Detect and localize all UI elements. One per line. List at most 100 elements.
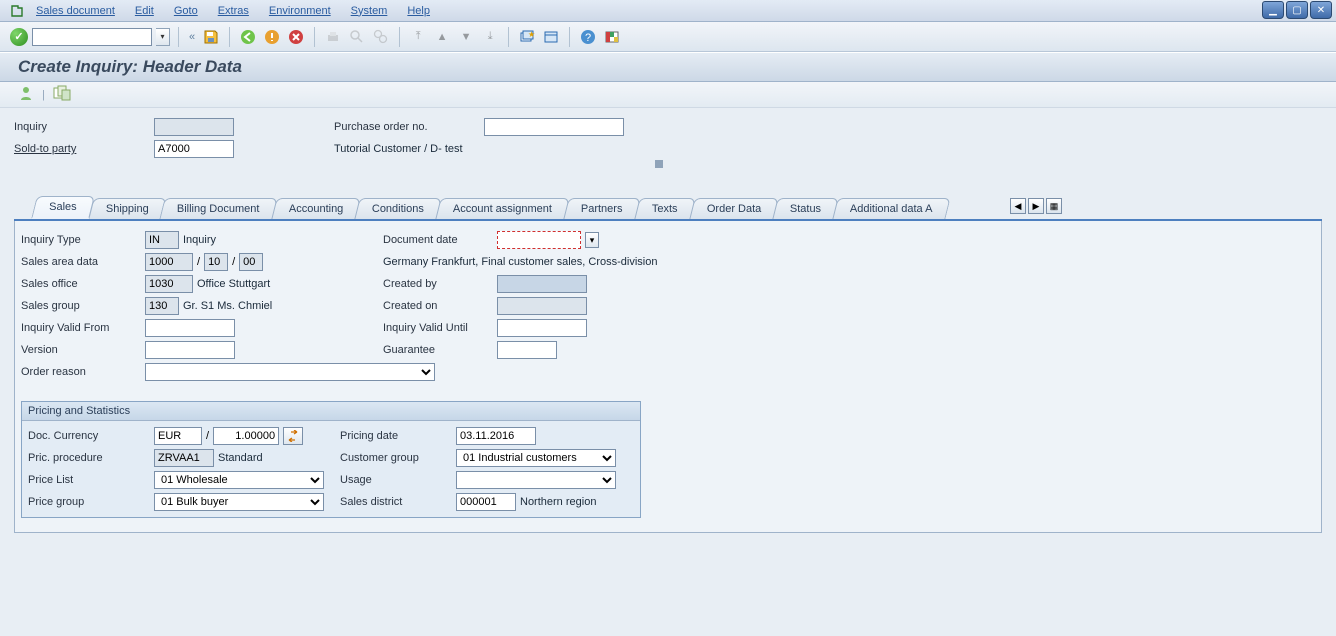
command-field[interactable] bbox=[32, 28, 152, 46]
valid-from-label: Inquiry Valid From bbox=[21, 322, 141, 334]
tab-sales[interactable]: Sales bbox=[31, 196, 94, 219]
app-toolbar: | bbox=[0, 82, 1336, 108]
menu-environment[interactable]: Environment bbox=[269, 5, 331, 17]
inquiry-type-label: Inquiry Type bbox=[21, 234, 141, 246]
inquiry-field[interactable] bbox=[154, 118, 234, 136]
sales-group-desc: Gr. S1 Ms. Chmiel bbox=[183, 300, 272, 312]
window-minimize-button[interactable]: ▁ bbox=[1262, 1, 1284, 19]
app-menu-icon[interactable] bbox=[8, 3, 26, 19]
menu-goto[interactable]: Goto bbox=[174, 5, 198, 17]
division-field[interactable] bbox=[239, 253, 263, 271]
created-on-field[interactable] bbox=[497, 297, 587, 315]
back-icon[interactable] bbox=[238, 27, 258, 47]
sales-district-field[interactable] bbox=[456, 493, 516, 511]
inquiry-type-desc: Inquiry bbox=[183, 234, 216, 246]
splitter-handle[interactable] bbox=[655, 160, 663, 168]
cancel-icon[interactable] bbox=[286, 27, 306, 47]
command-dropdown[interactable]: ▾ bbox=[156, 28, 170, 46]
doc-currency-field[interactable] bbox=[154, 427, 202, 445]
tab-order-data[interactable]: Order Data bbox=[689, 198, 779, 219]
pricing-date-field[interactable] bbox=[456, 427, 536, 445]
menu-extras[interactable]: Extras bbox=[218, 5, 249, 17]
doc-date-help-icon[interactable]: ▾ bbox=[585, 232, 599, 248]
tab-conditions[interactable]: Conditions bbox=[355, 198, 442, 219]
sales-area-label: Sales area data bbox=[21, 256, 141, 268]
tabstrip: Sales Shipping Billing Document Accounti… bbox=[14, 196, 1322, 221]
usage-select[interactable] bbox=[456, 471, 616, 489]
tab-billing-document[interactable]: Billing Document bbox=[160, 198, 278, 219]
tab-shipping[interactable]: Shipping bbox=[88, 198, 166, 219]
price-list-label: Price List bbox=[28, 474, 148, 486]
tab-account-assignment[interactable]: Account assignment bbox=[436, 198, 570, 219]
tab-list-icon[interactable]: ▦ bbox=[1046, 198, 1062, 214]
sales-office-label: Sales office bbox=[21, 278, 141, 290]
window-close-button[interactable]: ✕ bbox=[1310, 1, 1332, 19]
dist-ch-field[interactable] bbox=[204, 253, 228, 271]
window-maximize-button[interactable]: ▢ bbox=[1286, 1, 1308, 19]
create-session-icon[interactable]: ★ bbox=[517, 27, 537, 47]
menu-system[interactable]: System bbox=[351, 5, 388, 17]
tab-accounting[interactable]: Accounting bbox=[271, 198, 361, 219]
sales-district-label: Sales district bbox=[340, 496, 450, 508]
shortcut-icon[interactable] bbox=[541, 27, 561, 47]
price-group-select[interactable]: 01 Bulk buyer bbox=[154, 493, 324, 511]
version-field[interactable] bbox=[145, 341, 235, 359]
version-label: Version bbox=[21, 344, 141, 356]
created-by-field[interactable] bbox=[497, 275, 587, 293]
find-icon bbox=[347, 27, 367, 47]
tab-status[interactable]: Status bbox=[772, 198, 838, 219]
sales-office-desc: Office Stuttgart bbox=[197, 278, 270, 290]
page-title: Create Inquiry: Header Data bbox=[18, 57, 242, 77]
inquiry-type-field[interactable] bbox=[145, 231, 179, 249]
help-icon[interactable]: ? bbox=[578, 27, 598, 47]
soldto-field[interactable] bbox=[154, 140, 234, 158]
svg-text:★: ★ bbox=[528, 30, 535, 39]
exchange-rate-field[interactable] bbox=[213, 427, 279, 445]
exit-icon[interactable] bbox=[262, 27, 282, 47]
next-page-icon: ▼ bbox=[456, 27, 476, 47]
menu-edit[interactable]: Edit bbox=[135, 5, 154, 17]
display-sold-to-icon[interactable] bbox=[18, 85, 34, 104]
soldto-label[interactable]: Sold-to party bbox=[14, 143, 154, 155]
valid-until-label: Inquiry Valid Until bbox=[383, 322, 493, 334]
exchange-rate-button-icon[interactable] bbox=[283, 427, 303, 445]
po-label: Purchase order no. bbox=[334, 121, 484, 133]
first-page-icon: ⤒ bbox=[408, 27, 428, 47]
tab-partners[interactable]: Partners bbox=[564, 198, 641, 219]
sales-office-field[interactable] bbox=[145, 275, 193, 293]
order-reason-select[interactable] bbox=[145, 363, 435, 381]
tab-scroll-left-icon[interactable]: ◀ bbox=[1010, 198, 1026, 214]
layout-icon[interactable] bbox=[602, 27, 622, 47]
doc-date-label: Document date bbox=[383, 234, 493, 246]
pricing-proc-field[interactable] bbox=[154, 449, 214, 467]
svg-text:?: ? bbox=[585, 32, 591, 44]
sales-group-label: Sales group bbox=[21, 300, 141, 312]
created-by-label: Created by bbox=[383, 278, 493, 290]
po-field[interactable] bbox=[484, 118, 624, 136]
price-group-label: Price group bbox=[28, 496, 148, 508]
save-icon[interactable] bbox=[201, 27, 221, 47]
sales-group-field[interactable] bbox=[145, 297, 179, 315]
tab-texts[interactable]: Texts bbox=[634, 198, 695, 219]
guarantee-field[interactable] bbox=[497, 341, 557, 359]
price-list-select[interactable]: 01 Wholesale bbox=[154, 471, 324, 489]
pricing-groupbox: Pricing and Statistics Doc. Currency / P… bbox=[21, 401, 641, 518]
sales-org-field[interactable] bbox=[145, 253, 193, 271]
valid-from-field[interactable] bbox=[145, 319, 235, 337]
doc-currency-label: Doc. Currency bbox=[28, 430, 148, 442]
tab-scroll-right-icon[interactable]: ▶ bbox=[1028, 198, 1044, 214]
created-on-label: Created on bbox=[383, 300, 493, 312]
header-fields: Inquiry Purchase order no. Sold-to party… bbox=[14, 118, 1322, 158]
orders-icon[interactable] bbox=[53, 85, 71, 104]
order-reason-label: Order reason bbox=[21, 366, 141, 378]
window-controls: ▁ ▢ ✕ bbox=[1260, 1, 1332, 19]
enter-ok-icon[interactable]: ✓ bbox=[10, 28, 28, 46]
doc-date-field[interactable] bbox=[497, 231, 581, 249]
menu-sales-document[interactable]: Sales document bbox=[36, 5, 115, 17]
tab-additional-data-a[interactable]: Additional data A bbox=[833, 198, 951, 219]
valid-until-field[interactable] bbox=[497, 319, 587, 337]
customer-group-select[interactable]: 01 Industrial customers bbox=[456, 449, 616, 467]
page-title-bar: Create Inquiry: Header Data bbox=[0, 52, 1336, 82]
inquiry-label: Inquiry bbox=[14, 121, 154, 133]
menu-help[interactable]: Help bbox=[407, 5, 430, 17]
